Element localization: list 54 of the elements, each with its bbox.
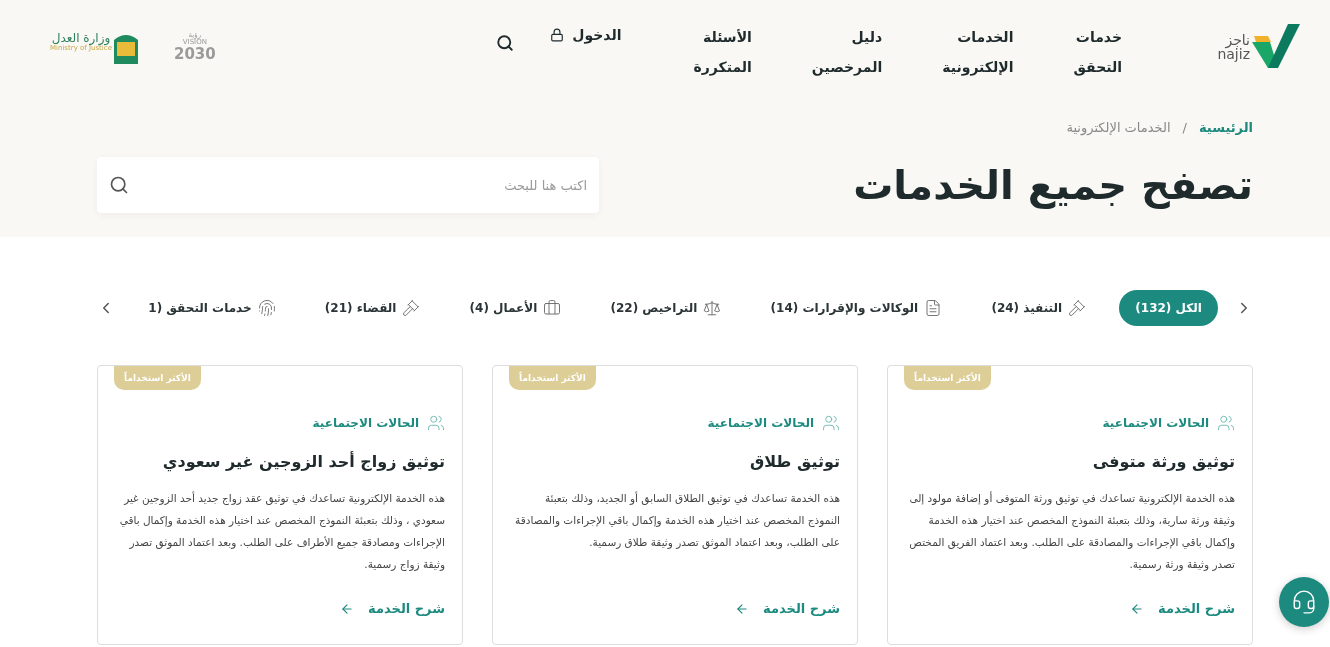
category-icon [1068, 298, 1087, 317]
page-title: تصفح جميع الخدمات [853, 162, 1253, 208]
category-tab[interactable]: الأعمال (4) [453, 289, 578, 326]
ministry-arabic-text: وزارة العدل [51, 32, 111, 45]
service-description: هذه الخدمة الإلكترونية تساعدك في توثيق ورثة المتوفى أو إضافة مولود إلى وثيقة ورثة سارية، وذلك بتعبئة النموذج المخصص عند اختيار هذه الخدمة وإكمال باقي الإجراءات والمصادقة على الطلب. وبعد اعتماد الفريق المختص تصدر وثيقة ورثة رسمية. [908, 490, 1235, 573]
category-tab[interactable]: التنفيذ (24) [975, 289, 1103, 326]
arrow-icon [340, 601, 355, 616]
category-icon [543, 298, 562, 317]
login-link[interactable]: الدخول [550, 22, 622, 48]
logo-latin-text: najiz [1217, 47, 1250, 61]
service-info-link[interactable]: شرح الخدمة [906, 601, 1235, 616]
people-icon [822, 414, 840, 432]
category-label: الحالات الاجتماعية [707, 416, 814, 430]
service-title: توثيق ورثة متوفى [1091, 452, 1235, 471]
category-tab[interactable]: الوكالات والإقرارات (14) [754, 289, 959, 326]
service-description: هذه الخدمة الإلكترونية تساعدك في توثيق عقد زواج جديد أحد الزوجين غير سعودي ، وذلك بتعبئة النموذج المخصص عند اختيار هذه الخدمة وإكمال باقي الإجراءات ومصادقة جميع الأطراف على الطلب. وبعد اعتماد الموثق تصدر وثيقة زواج رسمية. [118, 490, 445, 573]
category-tab[interactable]: خدمات التحقق (1 [132, 289, 292, 326]
emblem-icon [111, 32, 140, 64]
people-icon [427, 414, 445, 432]
search-icon[interactable] [109, 175, 129, 195]
nav-link[interactable]: خدمات التحقق [1073, 22, 1122, 82]
category-label: الحالات الاجتماعية [312, 416, 419, 430]
support-button[interactable] [1279, 577, 1329, 627]
checkmark-logo-icon [1252, 24, 1300, 70]
nav-link[interactable]: دليل المرخصين [811, 22, 883, 82]
category-label: الحالات الاجتماعية [1102, 416, 1209, 430]
most-used-badge: الأكثر استخداماً [114, 366, 201, 390]
category-icon [924, 298, 943, 317]
category-icon [703, 298, 722, 317]
service-info-link[interactable]: شرح الخدمة [116, 601, 445, 616]
category-icon [257, 298, 276, 317]
service-title: توثيق زواج أحد الزوجين غير سعودي [161, 452, 445, 471]
lock-icon [550, 28, 565, 42]
headset-icon[interactable] [1291, 589, 1317, 615]
service-title: توثيق طلاق [748, 452, 840, 471]
people-icon [1217, 414, 1235, 432]
category-tab[interactable]: القضاء (21) [308, 289, 437, 326]
service-info-link[interactable]: شرح الخدمة [511, 601, 840, 616]
logo-arabic-text: ناجز [1225, 33, 1250, 47]
category-tab[interactable]: الكل (132) [1119, 289, 1218, 326]
search-button[interactable] [496, 34, 515, 52]
search-field[interactable]: اكتب هنا للبحث [97, 157, 599, 213]
nav-link[interactable]: الخدمات الإلكترونية [942, 22, 1014, 82]
arrow-icon [735, 601, 750, 616]
arrow-icon [1130, 601, 1145, 616]
most-used-badge: الأكثر استخداماً [904, 366, 991, 390]
category-icon [402, 298, 421, 317]
breadcrumb-separator: / [1182, 120, 1187, 135]
nav-link[interactable]: الأسئلة المتكررة [693, 22, 752, 82]
vision-year-text: 2030 [173, 46, 216, 63]
most-used-badge: الأكثر استخداماً [509, 366, 596, 390]
breadcrumb-link[interactable]: الرئيسية [1198, 120, 1253, 135]
category-tab[interactable]: التراخيص (22) [594, 289, 738, 326]
service-description: هذه الخدمة تساعدك في توثيق الطلاق السابق أو الجديد، وذلك بتعبئة النموذج المخصص عند اختيار هذه الخدمة وإكمال باقي الإجراءات والمصادقة على الطلب، وبعد اعتماد الموثق تصدر وثيقة طلاق رسمية. [514, 490, 840, 551]
